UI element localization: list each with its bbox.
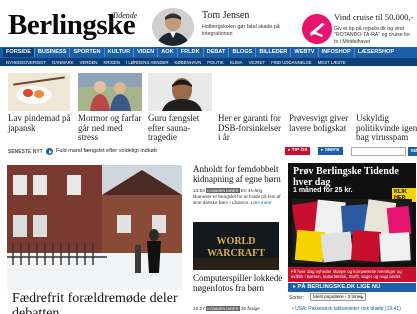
story-image-pindemad[interactable] bbox=[8, 73, 70, 111]
nav-item-sporten[interactable]: SPORTEN bbox=[70, 48, 105, 57]
subnav-item-nyhedsoversigt[interactable]: NYHEDSOVERSIGT bbox=[3, 60, 49, 65]
nav-item-laesershop[interactable]: LÆSERSHOP bbox=[355, 48, 397, 57]
feature-headline[interactable]: Fædrefrit forældremøde deler debatten bbox=[12, 291, 192, 314]
sort-label: Sorter: bbox=[289, 295, 305, 301]
read-more-link[interactable]: Læs mere bbox=[251, 200, 272, 205]
sub-navigation: NYHEDSOVERSIGT DANMARK VERDEN KRIGEN I L… bbox=[0, 58, 417, 66]
search-button[interactable]: SØG bbox=[408, 147, 417, 156]
nav-item-infoshop[interactable]: INFOSHOP bbox=[319, 48, 355, 57]
story-image-guru[interactable] bbox=[148, 73, 212, 111]
tip-us-button[interactable]: ▸ TIP OS bbox=[285, 147, 311, 155]
nav-item-forside[interactable]: FORSIDE bbox=[3, 48, 35, 57]
subnav-item-politik[interactable]: POLITIK bbox=[204, 60, 226, 65]
promo-text[interactable]: Giv et tip på rejseliv.dk og vind "ROTAN… bbox=[334, 26, 414, 45]
sms-button[interactable]: ▸ SMS'E bbox=[318, 147, 343, 155]
story-teaser-text: 25 årsige bbox=[240, 306, 260, 311]
nav-item-debat[interactable]: DEBAT bbox=[204, 48, 230, 57]
chevron-down-icon: ▼ bbox=[360, 295, 364, 300]
nav-item-business[interactable]: BUSINESS bbox=[35, 48, 71, 57]
live-now-title: PÅ BERLINGSKE.DK LIGE NU bbox=[297, 284, 381, 290]
nav-item-viden[interactable]: VIDEN bbox=[134, 48, 159, 57]
nav-item-aok[interactable]: AOK bbox=[158, 48, 178, 57]
subnav-item-kobenhavn[interactable]: KØBENHAVN bbox=[172, 60, 205, 65]
logo-tagline: Tidende bbox=[112, 11, 138, 20]
main-navigation: FORSIDE BUSINESS SPORTEN KULTUR VIDEN AO… bbox=[0, 47, 417, 58]
story-link-boligskat[interactable]: Prøvesvigt giver lavere boligskat bbox=[289, 113, 351, 133]
story-time: 10:27 bbox=[193, 307, 206, 312]
comments-badge[interactable]: KOMMENTARER bbox=[206, 306, 240, 312]
ad-title: Prøv Berlingske Tidende hver dag bbox=[293, 166, 399, 188]
cruise-promo-icon[interactable] bbox=[302, 14, 332, 44]
wow-article-image[interactable]: WORLD WARCRAFT bbox=[193, 222, 279, 270]
ad-newspaper-collage bbox=[292, 199, 412, 263]
subnav-item-verden[interactable]: VERDEN bbox=[77, 60, 101, 65]
sort-dropdown[interactable]: Mest populære - 3 timer ▼ bbox=[310, 293, 366, 301]
nav-item-billeder[interactable]: BILLEDER bbox=[256, 48, 292, 57]
ad-bottom-text: Få hver dag nyheder skarpe og kompetente… bbox=[288, 267, 416, 282]
story-image-mormor[interactable] bbox=[78, 73, 142, 111]
subnav-item-krigen[interactable]: KRIGEN bbox=[101, 60, 123, 65]
svg-text:WORLD: WORLD bbox=[217, 236, 256, 247]
svg-text:WARCRAFT: WARCRAFT bbox=[207, 248, 265, 259]
nav-item-kultur[interactable]: KULTUR bbox=[105, 48, 135, 57]
story-teaser-kidnapning: 13:54 KOMMENTARER En 44-årig libaneser e… bbox=[193, 188, 281, 205]
subnav-item-find-uddannelse[interactable]: FIND UDDANNELSE bbox=[268, 60, 315, 65]
subnav-item-klima[interactable]: KLIMA bbox=[227, 60, 246, 65]
story-headline-kidnapning[interactable]: Anholdt for femdobbelt kidnapning af egn… bbox=[193, 164, 283, 185]
site-logo[interactable]: Berlingske Tidende bbox=[8, 11, 158, 43]
search-input[interactable] bbox=[351, 147, 406, 156]
story-link-virusspam[interactable]: Uskyldig politikvinde igen bag virusspam bbox=[356, 113, 417, 143]
subnav-item-mest-laeste[interactable]: MEST LÆSTE bbox=[315, 60, 349, 65]
ticker-label: SENESTE NYT bbox=[8, 149, 43, 155]
sort-value: Mest populære - 3 timer bbox=[313, 294, 362, 299]
columnist-avatar[interactable] bbox=[152, 8, 194, 46]
subnav-item-lordens-hender[interactable]: I LØRDENS HENDER bbox=[123, 60, 172, 65]
subnav-item-vejret[interactable]: VEJRET bbox=[246, 60, 268, 65]
live-list-item[interactable]: • USA: Pakistansk talibanleder nok dræbt… bbox=[292, 306, 401, 312]
news-ticker: SENESTE NYT Fuld mand fængslet efter vol… bbox=[8, 147, 417, 157]
ad-price: 1 måned for 25 kr. bbox=[293, 187, 353, 194]
tip-us-label: TIP OS bbox=[291, 148, 308, 153]
subnav-item-danmark[interactable]: DANMARK bbox=[49, 60, 77, 65]
story-link-dsb[interactable]: Her er garanti for DSB-forsinkelser i år bbox=[218, 113, 284, 143]
nav-item-blogs[interactable]: BLOGS bbox=[229, 48, 257, 57]
columnist-name[interactable]: Tom Jensen bbox=[202, 10, 249, 21]
ticker-headline[interactable]: Fuld mand fængslet efter voldeligt indkø… bbox=[56, 148, 157, 154]
feature-story-image[interactable] bbox=[7, 165, 182, 290]
nav-item-webtv[interactable]: WEBTV bbox=[291, 48, 319, 57]
live-item-text: USA: Pakistansk talibanleder nok dræbt (… bbox=[295, 306, 401, 312]
sms-label: SMS'E bbox=[324, 148, 340, 153]
comments-badge[interactable]: KOMMENTARER bbox=[206, 188, 240, 194]
story-link-pindemad[interactable]: Lav pindemad på japansk bbox=[8, 113, 74, 133]
promo-title[interactable]: Vind cruise til 50.000,- bbox=[334, 12, 413, 22]
ticker-play-icon[interactable] bbox=[46, 148, 53, 155]
story-headline-computerspiller[interactable]: Computerspiller lokkede nøgenfotos fra b… bbox=[193, 273, 283, 294]
nav-item-frldk[interactable]: FRLDK bbox=[178, 48, 204, 57]
subscription-ad[interactable]: Prøv Berlingske Tidende hver dag 1 måned… bbox=[288, 163, 416, 282]
story-link-mormor[interactable]: Mormor og farfar går ned med stress bbox=[78, 113, 144, 143]
columnist-teaser[interactable]: Holbergskolen gør fatal skade på integra… bbox=[202, 24, 282, 37]
story-teaser-computerspiller: 10:27 KOMMENTARER 25 årsige bbox=[193, 306, 281, 312]
live-now-header: ▸ PÅ BERLINGSKE.DK LIGE NU bbox=[288, 283, 416, 292]
story-link-guru[interactable]: Guru fængslet efter sauna-tragedie bbox=[148, 113, 214, 143]
